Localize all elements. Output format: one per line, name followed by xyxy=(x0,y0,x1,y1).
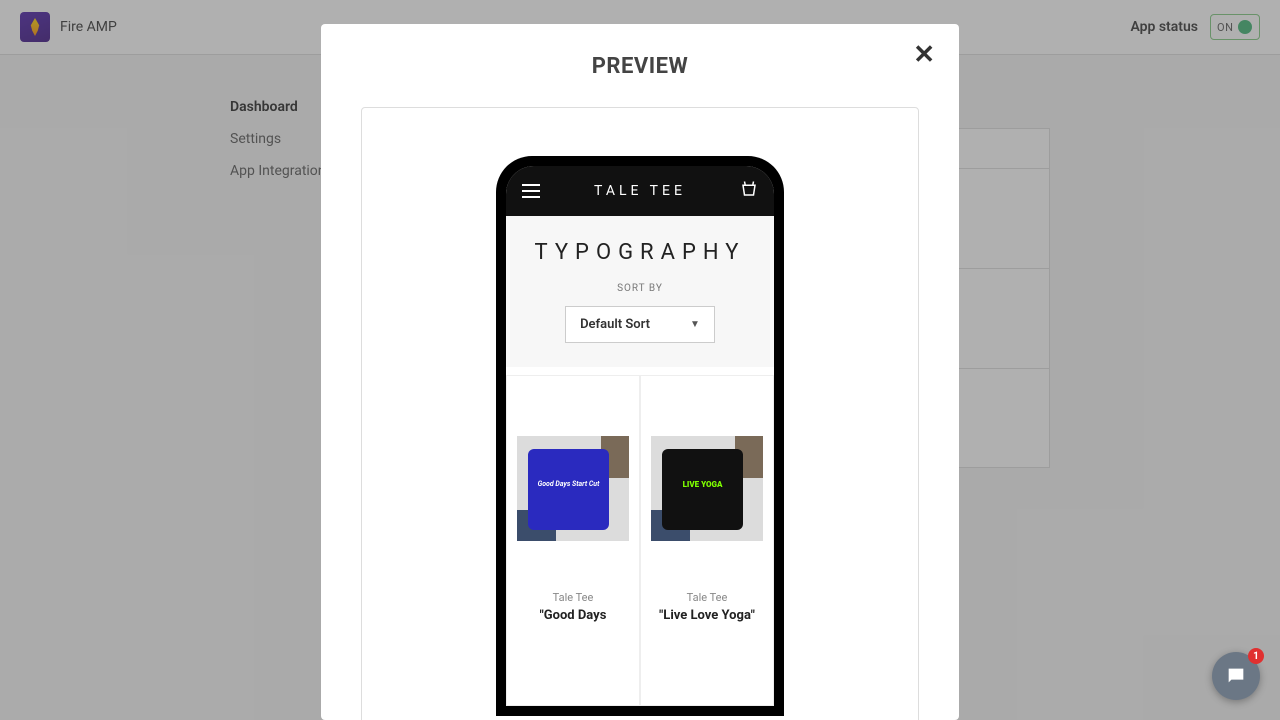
chat-badge: 1 xyxy=(1248,648,1264,664)
shop-header: TALE TEE xyxy=(506,166,774,216)
cart-icon[interactable] xyxy=(740,180,758,203)
sort-selected-value: Default Sort xyxy=(580,317,650,332)
product-title: "Good Days xyxy=(517,608,629,625)
product-card[interactable]: LIVE YOGA Tale Tee "Live Love Yoga" xyxy=(640,375,774,706)
preview-frame: TALE TEE TYPOGRAPHY SORT BY Default Sort… xyxy=(361,107,919,720)
close-icon[interactable]: ✕ xyxy=(913,42,935,68)
sortby-label: SORT BY xyxy=(526,283,754,294)
product-title: "Live Love Yoga" xyxy=(651,608,763,625)
chevron-down-icon: ▼ xyxy=(690,319,700,330)
phone-mockup: TALE TEE TYPOGRAPHY SORT BY Default Sort… xyxy=(496,156,784,716)
modal-title: PREVIEW xyxy=(361,54,919,79)
chat-widget[interactable]: 1 xyxy=(1212,652,1260,700)
product-image: LIVE YOGA xyxy=(651,436,763,541)
modal-overlay[interactable]: ✕ PREVIEW TALE TEE TYPOGRAPHY xyxy=(0,0,1280,720)
preview-modal: ✕ PREVIEW TALE TEE TYPOGRAPHY xyxy=(321,24,959,720)
collection-title: TYPOGRAPHY xyxy=(526,240,754,265)
hamburger-icon[interactable] xyxy=(522,184,540,198)
product-grid: Good Days Start Cut Tale Tee "Good Days xyxy=(506,367,774,706)
product-image: Good Days Start Cut xyxy=(517,436,629,541)
product-vendor: Tale Tee xyxy=(517,591,629,604)
collection-head: TYPOGRAPHY SORT BY Default Sort ▼ xyxy=(506,216,774,367)
product-vendor: Tale Tee xyxy=(651,591,763,604)
phone-screen: TALE TEE TYPOGRAPHY SORT BY Default Sort… xyxy=(506,166,774,706)
tee-print: Good Days Start Cut xyxy=(528,480,609,488)
tee-print: LIVE YOGA xyxy=(662,480,743,490)
shop-brand: TALE TEE xyxy=(594,183,686,199)
product-card[interactable]: Good Days Start Cut Tale Tee "Good Days xyxy=(506,375,640,706)
sort-select[interactable]: Default Sort ▼ xyxy=(565,306,715,343)
